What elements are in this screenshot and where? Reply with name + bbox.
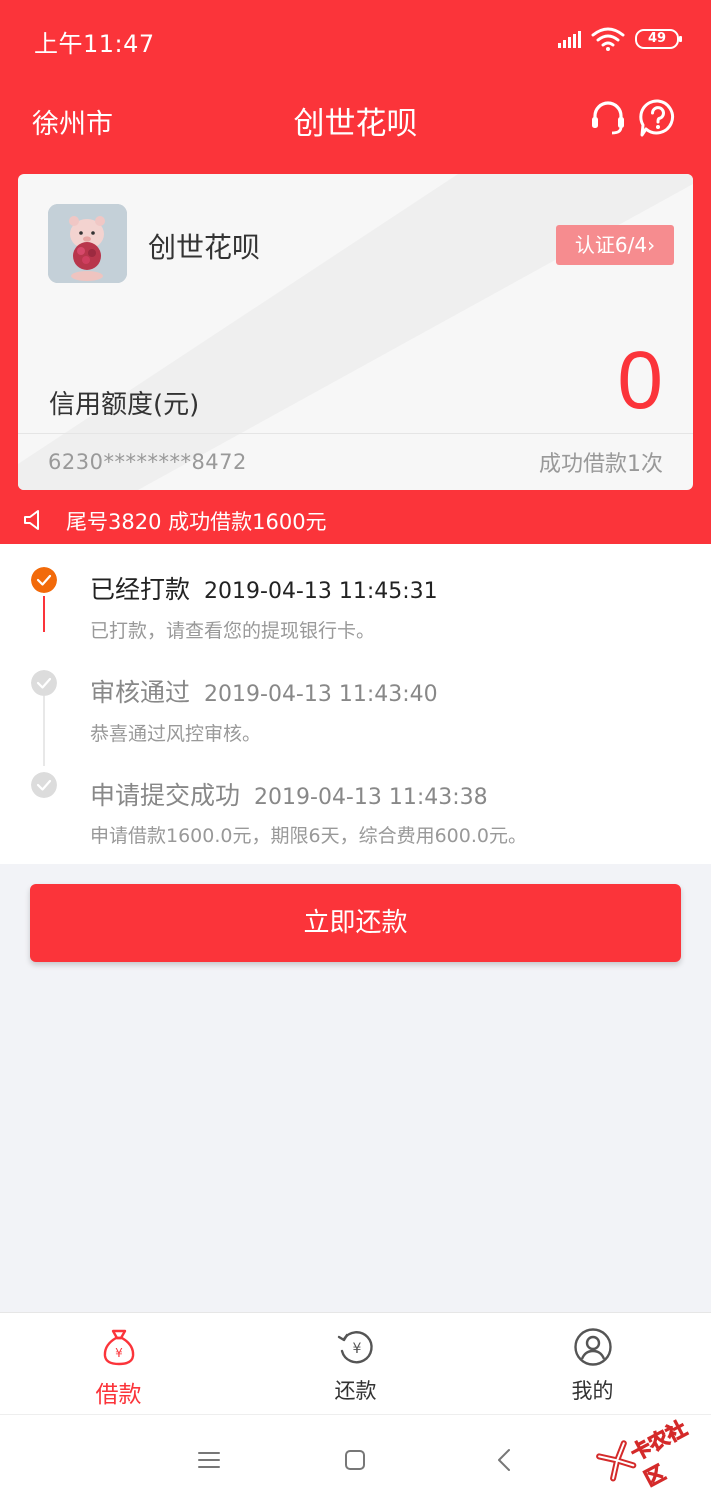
chevron-right-icon: › bbox=[647, 233, 656, 257]
card-number: 6230********8472 bbox=[48, 450, 247, 474]
timeline-line-active bbox=[43, 596, 45, 632]
money-bag-icon: ¥ bbox=[103, 1329, 134, 1366]
bottom-tab-bar: ¥ 借款 ¥ 还款 我的 bbox=[0, 1312, 711, 1414]
timeline-line bbox=[43, 696, 45, 766]
customer-service-icon[interactable] bbox=[588, 98, 628, 138]
check-active-icon bbox=[31, 567, 57, 593]
tab-repay[interactable]: ¥ 还款 bbox=[237, 1313, 474, 1414]
timeline-step-time: 2019-04-13 11:43:38 bbox=[254, 785, 488, 810]
card-divider bbox=[18, 433, 693, 434]
check-icon bbox=[31, 670, 57, 696]
certification-badge-label: 认证6/4 bbox=[574, 233, 648, 257]
profile-icon bbox=[573, 1328, 612, 1366]
tab-label: 还款 bbox=[334, 1379, 377, 1403]
svg-text:¥: ¥ bbox=[352, 1341, 361, 1357]
home-icon[interactable] bbox=[340, 1445, 370, 1475]
back-icon[interactable] bbox=[490, 1445, 520, 1475]
menu-icon[interactable] bbox=[194, 1445, 224, 1475]
timeline-item-title: 审核通过 2019-04-13 11:43:40 bbox=[90, 673, 438, 709]
credit-value: 0 bbox=[617, 335, 663, 426]
timeline-step-desc: 恭喜通过风控审核。 bbox=[90, 723, 262, 745]
notice-bar: 尾号3820 成功借款1600元 bbox=[0, 500, 711, 544]
timeline-step-title: 申请提交成功 bbox=[90, 781, 241, 810]
tab-borrow[interactable]: ¥ 借款 bbox=[0, 1313, 237, 1414]
help-icon[interactable] bbox=[638, 98, 678, 138]
timeline-step-time: 2019-04-13 11:43:40 bbox=[204, 682, 438, 707]
timeline-step-title: 已经打款 bbox=[90, 575, 191, 604]
avatar bbox=[48, 204, 127, 283]
signal-icon bbox=[558, 30, 581, 48]
battery-icon: 49 bbox=[635, 29, 682, 49]
svg-text:¥: ¥ bbox=[115, 1346, 123, 1360]
repay-icon: ¥ bbox=[337, 1331, 373, 1364]
tab-label: 借款 bbox=[95, 1382, 142, 1408]
card-name: 创世花呗 bbox=[148, 231, 261, 264]
status-time: 上午11:47 bbox=[34, 30, 155, 58]
nav-bar: 徐州市 创世花呗 bbox=[0, 80, 711, 160]
timeline-item-title: 已经打款 2019-04-13 11:45:31 bbox=[90, 570, 438, 606]
timeline-step-desc: 已打款，请查看您的提现银行卡。 bbox=[90, 620, 376, 642]
loan-count: 成功借款1次 bbox=[539, 452, 663, 477]
credit-card: 创世花呗 认证6/4› 信用额度(元) 0 6230********8472 成… bbox=[18, 174, 693, 490]
credit-label: 信用额度(元) bbox=[49, 390, 200, 420]
status-icons: 49 bbox=[558, 26, 682, 52]
wifi-icon bbox=[591, 27, 625, 51]
repay-now-button[interactable]: 立即还款 bbox=[30, 884, 681, 962]
timeline-step-desc: 申请借款1600.0元，期限6天，综合费用600.0元。 bbox=[90, 825, 527, 847]
notice-text: 尾号3820 成功借款1600元 bbox=[66, 510, 327, 534]
certification-badge[interactable]: 认证6/4› bbox=[556, 225, 674, 265]
loan-timeline: 已经打款 2019-04-13 11:45:31 已打款，请查看您的提现银行卡。 … bbox=[0, 544, 711, 864]
timeline-item-title: 申请提交成功 2019-04-13 11:43:38 bbox=[90, 776, 488, 812]
timeline-step-time: 2019-04-13 11:45:31 bbox=[204, 579, 438, 604]
check-icon bbox=[31, 772, 57, 798]
timeline-step-title: 审核通过 bbox=[90, 678, 191, 707]
speaker-icon bbox=[24, 510, 39, 530]
status-bar: 上午11:47 49 bbox=[0, 0, 711, 80]
